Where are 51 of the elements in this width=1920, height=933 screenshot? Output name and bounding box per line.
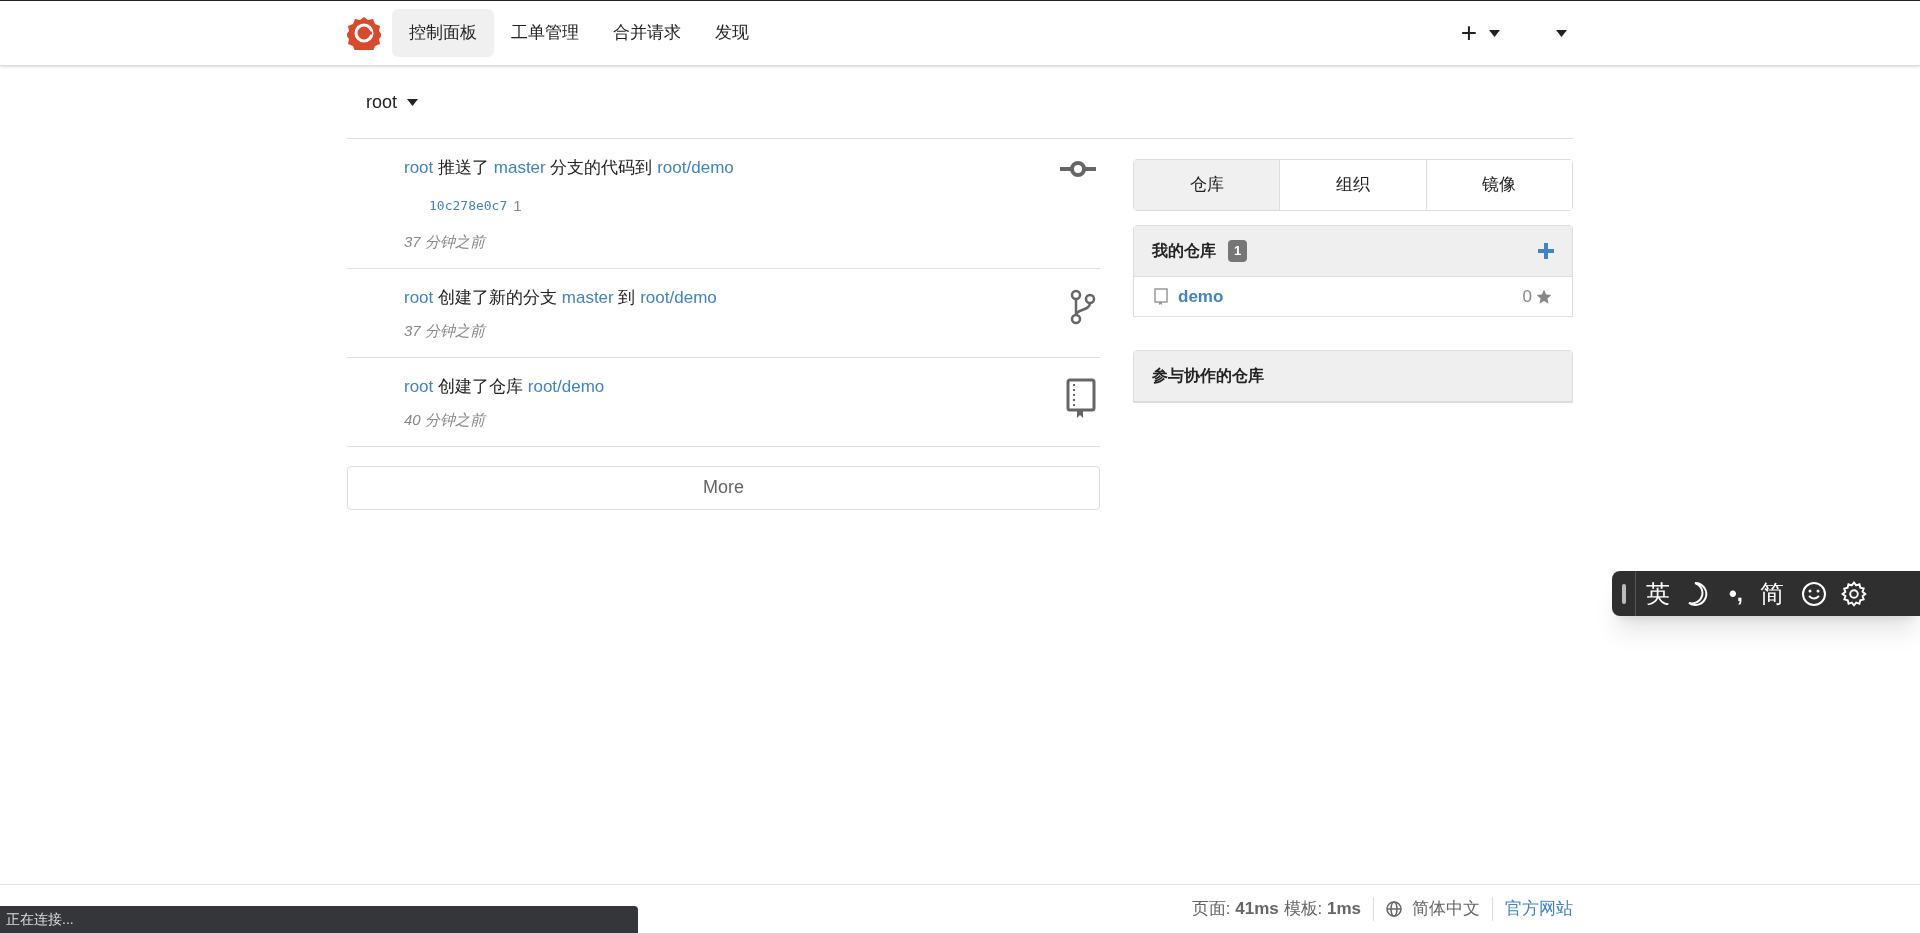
add-icon[interactable] — [1538, 243, 1554, 259]
website-link[interactable]: 官方网站 — [1505, 896, 1573, 922]
timestamp: 37 分钟之前 — [404, 232, 488, 252]
timestamp: 40 分钟之前 — [404, 410, 488, 430]
nav-item[interactable]: 工单管理 — [494, 9, 596, 57]
nav-item[interactable]: 发现 — [698, 9, 766, 57]
drag-handle-icon[interactable] — [1621, 583, 1626, 604]
tab[interactable]: 仓库 — [1134, 160, 1280, 210]
book-icon — [1154, 288, 1168, 305]
star-count: 0 — [1522, 285, 1532, 308]
timestamp: 37 分钟之前 — [404, 321, 488, 341]
render-timing: 页面: 41ms 模板: 1ms — [1191, 898, 1361, 921]
commit-message: 1 — [513, 195, 522, 216]
caret-icon — [407, 98, 419, 106]
link[interactable]: root — [404, 287, 434, 307]
commit-sha[interactable]: 10c278e0c7 — [429, 196, 508, 216]
branch-icon — [1070, 288, 1096, 325]
status-text: 正在连接... — [6, 910, 74, 929]
nav-item[interactable]: 合并请求 — [596, 9, 698, 57]
settings-icon[interactable] — [1840, 580, 1867, 607]
link[interactable]: root/demo — [640, 287, 717, 307]
nav-item[interactable]: 控制面板 — [392, 9, 494, 57]
feed-title: root 推送了 master 分支的代码到 root/demo — [404, 157, 735, 179]
link[interactable]: root — [404, 376, 434, 396]
star-icon — [1536, 288, 1552, 305]
language-selector[interactable]: 简体中文 — [1412, 896, 1480, 922]
feed-title: root 创建了仓库 root/demo — [404, 375, 606, 398]
panel-title: 我的仓库 — [1152, 241, 1216, 261]
book-icon — [1066, 377, 1096, 418]
link[interactable]: master — [493, 158, 546, 177]
repo-link[interactable]: demo — [1178, 283, 1224, 310]
panel-title: 参与协作的仓库 — [1152, 366, 1264, 386]
logo-icon — [347, 16, 381, 50]
link[interactable]: root/demo — [657, 158, 734, 177]
feed-title: root 创建了新的分支 master 到 root/demo — [404, 286, 718, 309]
smiley-icon[interactable] — [1800, 580, 1827, 607]
commit-icon — [1060, 159, 1096, 179]
script-mode[interactable]: 简 — [1759, 575, 1784, 612]
more-button[interactable]: More — [347, 465, 1100, 510]
caret-icon — [1489, 29, 1500, 37]
link[interactable]: master — [561, 287, 614, 307]
link[interactable]: root — [404, 158, 434, 177]
context-switcher[interactable]: root — [366, 88, 419, 116]
create-menu-button[interactable]: + — [1460, 19, 1500, 47]
link[interactable]: root/demo — [527, 376, 605, 396]
punctuation-mode[interactable]: •, — [1729, 577, 1743, 610]
input-mode[interactable]: 英 — [1646, 575, 1670, 612]
tab[interactable]: 镜像 — [1425, 160, 1572, 210]
globe-icon — [1386, 901, 1402, 917]
caret-icon — [1556, 29, 1567, 37]
count-badge: 1 — [1228, 240, 1248, 262]
